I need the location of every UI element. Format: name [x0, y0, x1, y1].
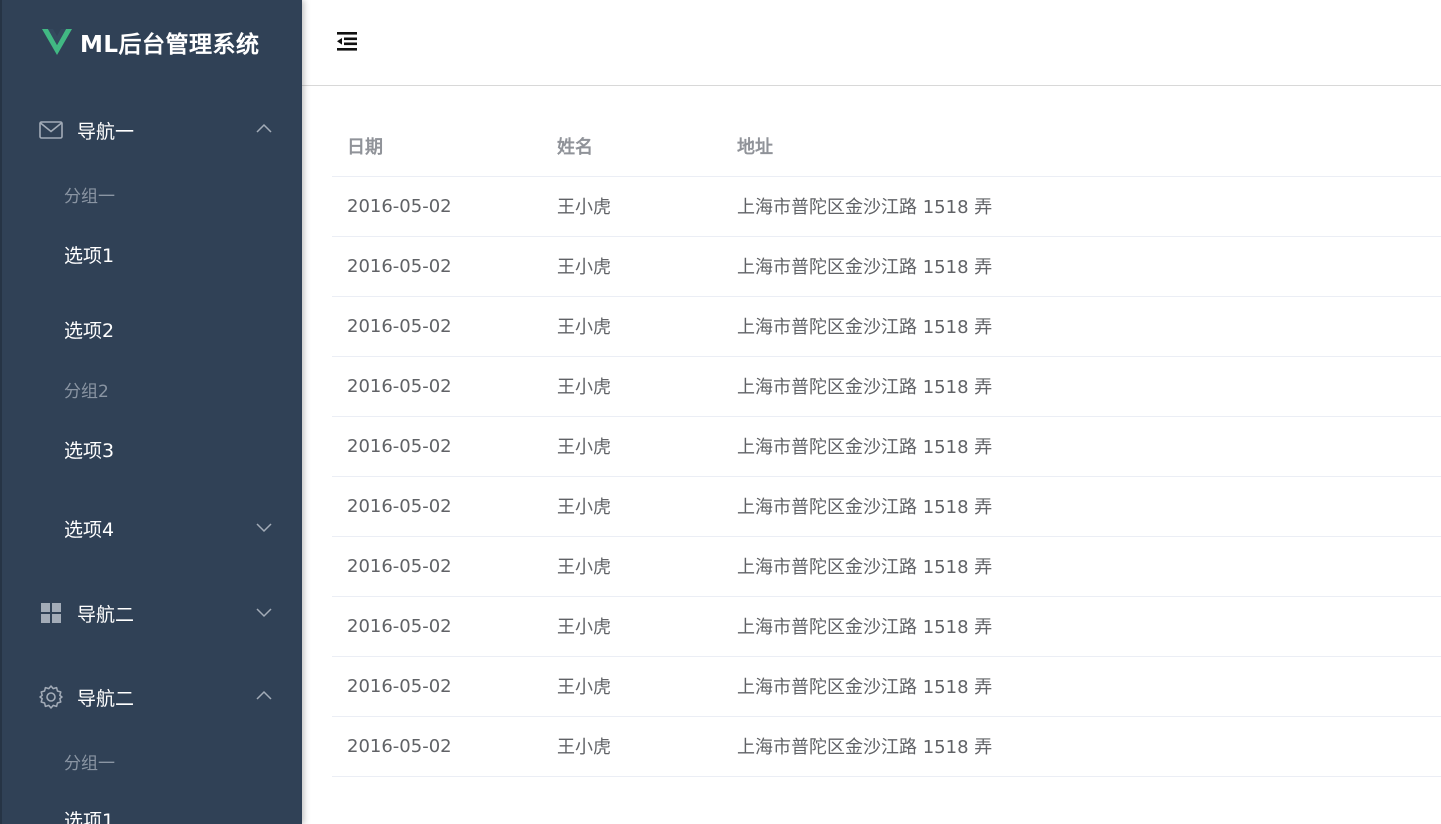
table-header-row: 日期 姓名 地址 — [332, 116, 1441, 177]
cell-address: 上海市普陀区金沙江路 1518 弄 — [722, 416, 1441, 477]
chevron-down-icon — [256, 608, 272, 618]
logo[interactable]: ML后台管理系统 — [2, 0, 302, 84]
menu-option-3[interactable]: 选项3 — [64, 436, 114, 463]
cell-address: 上海市普陀区金沙江路 1518 弄 — [722, 236, 1441, 297]
top-header — [302, 0, 1441, 86]
cell-date: 2016-05-02 — [332, 476, 542, 537]
cell-date: 2016-05-02 — [332, 236, 542, 297]
cell-date: 2016-05-02 — [332, 656, 542, 717]
table-row[interactable]: 2016-05-02 王小虎 上海市普陀区金沙江路 1518 弄 — [332, 356, 1441, 417]
column-header-name[interactable]: 姓名 — [542, 116, 722, 177]
submenu-option-4-label: 选项4 — [64, 519, 115, 541]
cell-address: 上海市普陀区金沙江路 1518 弄 — [722, 476, 1441, 537]
group-title: 分组2 — [64, 382, 109, 402]
cell-name: 王小虎 — [542, 596, 722, 657]
menu-nav1-label: 导航一 — [77, 120, 135, 143]
table-row[interactable]: 2016-05-02 王小虎 上海市普陀区金沙江路 1518 弄 — [332, 476, 1441, 537]
cell-address: 上海市普陀区金沙江路 1518 弄 — [722, 656, 1441, 717]
cell-address: 上海市普陀区金沙江路 1518 弄 — [722, 536, 1441, 597]
grid-icon — [38, 600, 64, 626]
vue-logo-icon — [42, 29, 72, 55]
cell-address: 上海市普陀区金沙江路 1518 弄 — [722, 356, 1441, 417]
table-row[interactable]: 2016-05-02 王小虎 上海市普陀区金沙江路 1518 弄 — [332, 596, 1441, 657]
cell-name: 王小虎 — [542, 716, 722, 777]
table-row[interactable]: 2016-05-02 王小虎 上海市普陀区金沙江路 1518 弄 — [332, 176, 1441, 237]
cell-name: 王小虎 — [542, 416, 722, 477]
table-row[interactable]: 2016-05-02 王小虎 上海市普陀区金沙江路 1518 弄 — [332, 236, 1441, 297]
app-title: ML后台管理系统 — [80, 32, 260, 58]
group-title: 分组一 — [64, 187, 115, 207]
menu-nav2-label: 导航二 — [77, 603, 135, 626]
cell-name: 王小虎 — [542, 476, 722, 537]
sidebar: ML后台管理系统 导航一 分组一 选项1 选项2 分组2 选项3 选项4 导航二… — [0, 0, 302, 824]
cell-date: 2016-05-02 — [332, 176, 542, 237]
cell-date: 2016-05-02 — [332, 716, 542, 777]
cell-address: 上海市普陀区金沙江路 1518 弄 — [722, 716, 1441, 777]
cell-date: 2016-05-02 — [332, 296, 542, 357]
cell-date: 2016-05-02 — [332, 596, 542, 657]
table-row[interactable]: 2016-05-02 王小虎 上海市普陀区金沙江路 1518 弄 — [332, 296, 1441, 357]
column-header-address[interactable]: 地址 — [722, 116, 1441, 177]
column-header-date[interactable]: 日期 — [332, 116, 542, 177]
menu-nav2[interactable]: 导航二 — [2, 593, 302, 633]
cell-name: 王小虎 — [542, 536, 722, 597]
app-root: ML后台管理系统 导航一 分组一 选项1 选项2 分组2 选项3 选项4 导航二… — [0, 0, 1441, 824]
cell-name: 王小虎 — [542, 236, 722, 297]
cell-date: 2016-05-02 — [332, 536, 542, 597]
menu-fold-icon[interactable] — [335, 29, 359, 53]
chevron-up-icon — [256, 690, 272, 700]
menu-nav1[interactable]: 导航一 — [2, 110, 302, 150]
group-title: 分组一 — [64, 754, 115, 774]
cell-name: 王小虎 — [542, 296, 722, 357]
table-row[interactable]: 2016-05-02 王小虎 上海市普陀区金沙江路 1518 弄 — [332, 416, 1441, 477]
cell-address: 上海市普陀区金沙江路 1518 弄 — [722, 176, 1441, 237]
mail-icon — [38, 117, 64, 143]
cell-name: 王小虎 — [542, 656, 722, 717]
menu-nav3[interactable]: 导航二 — [2, 677, 302, 717]
menu-nav3-label: 导航二 — [77, 687, 135, 710]
cell-address: 上海市普陀区金沙江路 1518 弄 — [722, 596, 1441, 657]
table-row[interactable]: 2016-05-02 王小虎 上海市普陀区金沙江路 1518 弄 — [332, 536, 1441, 597]
cell-name: 王小虎 — [542, 176, 722, 237]
chevron-down-icon — [256, 523, 272, 533]
table-row[interactable]: 2016-05-02 王小虎 上海市普陀区金沙江路 1518 弄 — [332, 656, 1441, 717]
cell-address: 上海市普陀区金沙江路 1518 弄 — [722, 296, 1441, 357]
gear-icon — [38, 684, 64, 710]
data-table: 日期 姓名 地址 2016-05-02 王小虎 上海市普陀区金沙江路 1518 … — [332, 116, 1441, 777]
menu-option-1[interactable]: 选项1 — [64, 241, 114, 268]
cell-date: 2016-05-02 — [332, 416, 542, 477]
menu-option-2[interactable]: 选项2 — [64, 316, 114, 343]
table-row[interactable]: 2016-05-02 王小虎 上海市普陀区金沙江路 1518 弄 — [332, 716, 1441, 777]
cell-date: 2016-05-02 — [332, 356, 542, 417]
menu-option-1[interactable]: 选项1 — [64, 806, 114, 824]
chevron-up-icon — [256, 123, 272, 133]
cell-name: 王小虎 — [542, 356, 722, 417]
submenu-option-4[interactable]: 选项4 — [2, 507, 302, 547]
